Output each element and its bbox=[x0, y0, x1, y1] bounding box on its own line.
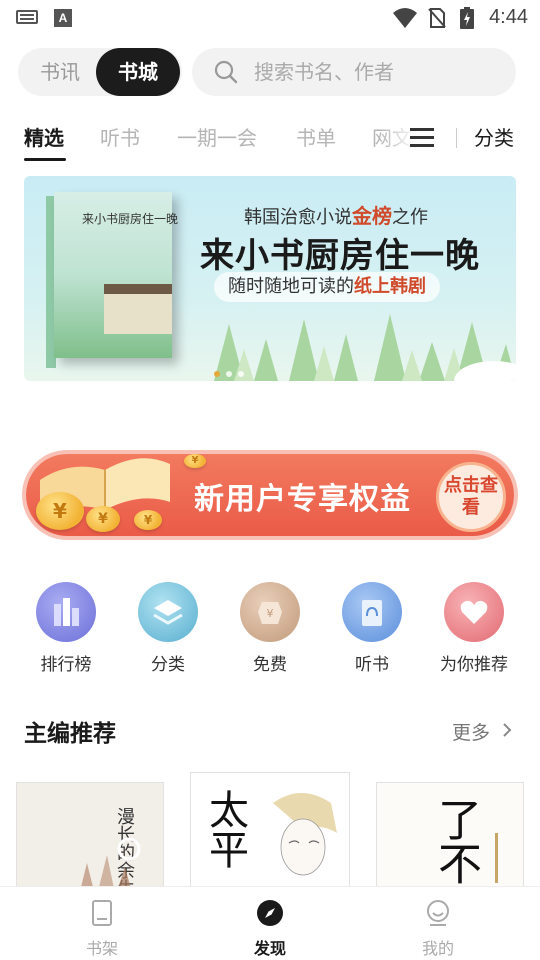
nav-discover[interactable]: 发现 bbox=[220, 899, 320, 959]
carousel-dot-active bbox=[214, 371, 220, 377]
book-cover: 漫长的余生 bbox=[16, 782, 164, 902]
segmented-control: 书讯 书城 bbox=[18, 48, 182, 96]
tab-audiobooks[interactable]: 听书 bbox=[100, 122, 140, 151]
heart-icon bbox=[444, 582, 504, 642]
carousel-dot bbox=[226, 371, 232, 377]
quick-entry-label: 免费 bbox=[253, 655, 287, 675]
profile-icon bbox=[427, 900, 449, 926]
new-user-benefits-banner[interactable]: ¥ ¥ ¥ ¥ 新用户专享权益 点击查看 bbox=[24, 452, 516, 538]
search-input[interactable]: 搜索书名、作者 bbox=[192, 48, 516, 96]
quick-entry-ranking[interactable]: 排行榜 bbox=[16, 582, 116, 675]
quick-entry-audiobook[interactable]: 听书 bbox=[322, 582, 422, 675]
tab-booklists[interactable]: 书单 bbox=[296, 122, 336, 151]
coin-icon: ¥ bbox=[184, 454, 206, 468]
house-illustration bbox=[104, 284, 172, 334]
wifi-icon bbox=[393, 8, 417, 28]
promo-cta-button[interactable]: 点击查看 bbox=[436, 462, 506, 532]
category-button[interactable]: 分类 bbox=[474, 122, 514, 151]
no-sim-icon bbox=[428, 8, 446, 28]
section-title: 主编推荐 bbox=[24, 721, 116, 747]
nav-label: 我的 bbox=[421, 939, 454, 958]
clock: 4:44 bbox=[489, 6, 528, 28]
coin-icon: ¥ bbox=[36, 492, 84, 530]
book-author-bar bbox=[495, 833, 498, 883]
tab-divider bbox=[456, 128, 457, 148]
quick-entries: 排行榜 分类 ¥ 免费 听书 为你推荐 bbox=[0, 582, 540, 682]
discover-compass-icon bbox=[257, 900, 283, 926]
category-icon bbox=[138, 582, 198, 642]
figures-illustration bbox=[77, 837, 141, 901]
nav-bookshelf[interactable]: 书架 bbox=[52, 899, 152, 959]
tab-active-indicator bbox=[24, 158, 66, 161]
promo-text: 新用户专享权益 bbox=[194, 482, 411, 517]
battery-charging-icon bbox=[460, 7, 474, 29]
text-a-icon: A bbox=[54, 9, 72, 27]
book-card[interactable]: 了不 bbox=[376, 782, 524, 902]
book-cover: 了不 bbox=[376, 782, 524, 902]
coin-icon: ¥ bbox=[86, 506, 120, 532]
carousel-dot bbox=[238, 371, 244, 377]
tab-yiqi-yihui[interactable]: 一期一会 bbox=[177, 122, 257, 151]
segment-news[interactable]: 书讯 bbox=[22, 48, 98, 96]
search-placeholder: 搜索书名、作者 bbox=[254, 60, 394, 84]
quick-entry-label: 分类 bbox=[151, 655, 185, 675]
book-card[interactable]: 漫长的余生 bbox=[16, 782, 164, 902]
book-cover-title: 来小书厨房住一晚 bbox=[82, 212, 179, 226]
nav-label: 发现 bbox=[253, 939, 286, 958]
tab-bar: 精选 听书 一期一会 书单 网文 分类 bbox=[0, 114, 540, 164]
status-bar: A 4:44 bbox=[0, 0, 540, 36]
carousel-dots bbox=[214, 362, 250, 381]
bookshelf-icon bbox=[92, 900, 112, 926]
book-card[interactable]: 太平 bbox=[190, 772, 350, 892]
menu-icon[interactable] bbox=[410, 126, 434, 148]
quick-entry-label: 听书 bbox=[355, 655, 389, 675]
search-icon bbox=[214, 60, 238, 84]
nav-label: 书架 bbox=[85, 939, 118, 958]
banner-subtitle: 随时随地可读的纸上韩剧 bbox=[214, 272, 440, 302]
tab-featured[interactable]: 精选 bbox=[24, 122, 64, 151]
quick-entry-free[interactable]: ¥ 免费 bbox=[220, 582, 320, 675]
ranking-icon bbox=[36, 582, 96, 642]
quick-entry-category[interactable]: 分类 bbox=[118, 582, 218, 675]
portrait-illustration bbox=[273, 793, 337, 876]
bottom-navigation: 书架 发现 我的 bbox=[0, 886, 540, 960]
promo-banner[interactable]: 来小书厨房住一晚 韩国治愈小说金榜之作 来小书厨房住一晚 随时随地可读的纸上韩剧 bbox=[24, 176, 516, 381]
svg-text:¥: ¥ bbox=[267, 607, 274, 620]
audiobook-icon bbox=[342, 582, 402, 642]
keyboard-icon bbox=[16, 10, 38, 24]
book-cover-title: 了不 bbox=[430, 797, 481, 885]
nav-profile[interactable]: 我的 bbox=[388, 899, 488, 959]
banner-title: 来小书厨房住一晚 bbox=[200, 236, 480, 276]
quick-entry-label: 为你推荐 bbox=[440, 655, 508, 675]
book-cover: 太平 bbox=[190, 772, 350, 892]
segment-bookstore[interactable]: 书城 bbox=[96, 48, 180, 96]
more-link[interactable]: 更多 bbox=[452, 718, 490, 745]
chevron-right-icon[interactable] bbox=[502, 722, 512, 738]
free-icon: ¥ bbox=[240, 582, 300, 642]
coin-icon: ¥ bbox=[134, 510, 162, 530]
banner-tagline: 韩国治愈小说金榜之作 bbox=[244, 204, 428, 228]
quick-entry-label: 排行榜 bbox=[40, 655, 92, 675]
quick-entry-recommend[interactable]: 为你推荐 bbox=[424, 582, 524, 675]
